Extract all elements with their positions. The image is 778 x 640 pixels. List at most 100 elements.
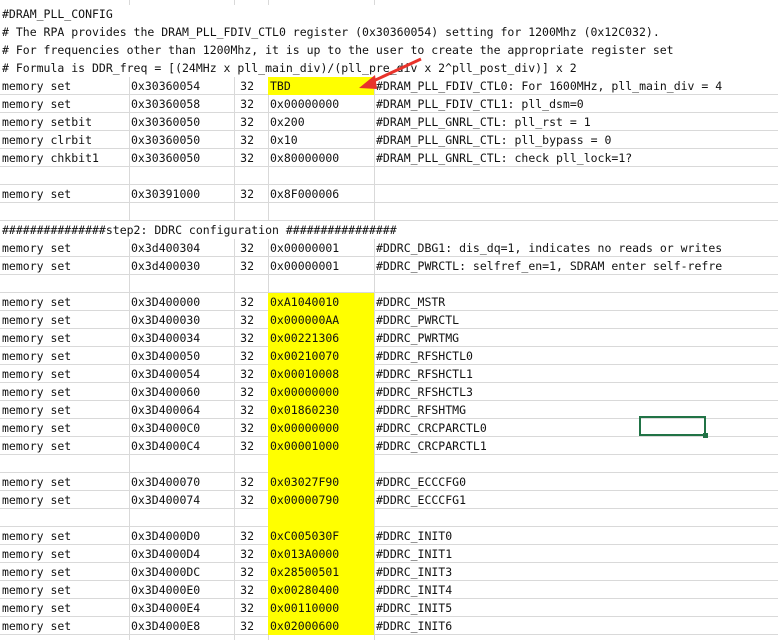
comment-cell[interactable]: #DDRC_PWRCTL <box>374 311 778 329</box>
width-cell[interactable]: 32 <box>234 563 268 581</box>
width-cell[interactable]: 32 <box>234 599 268 617</box>
width-cell[interactable]: 32 <box>234 239 268 257</box>
address-cell[interactable]: 0x3D400034 <box>129 329 234 347</box>
command-cell[interactable] <box>0 455 129 473</box>
value-cell[interactable]: 0x00221306 <box>268 329 374 347</box>
value-cell[interactable] <box>268 455 374 473</box>
value-cell[interactable]: 0x10 <box>268 131 374 149</box>
comment-cell[interactable]: #DDRC_RFSHTMG <box>374 401 778 419</box>
comment-cell[interactable]: #DDRC_INIT3 <box>374 563 778 581</box>
command-cell[interactable]: memory set <box>0 347 129 365</box>
value-cell[interactable]: 0x00000001 <box>268 257 374 275</box>
command-cell[interactable] <box>0 203 129 221</box>
value-cell[interactable] <box>268 203 374 221</box>
comment-cell[interactable]: #DDRC_RFSHCTL3 <box>374 383 778 401</box>
value-cell[interactable]: 0x000000AA <box>268 311 374 329</box>
address-cell[interactable] <box>129 203 234 221</box>
address-cell[interactable]: 0x30360058 <box>129 95 234 113</box>
value-cell[interactable]: 0x28500501 <box>268 563 374 581</box>
comment-cell[interactable]: #DDRC_ECCCFG0 <box>374 473 778 491</box>
command-cell[interactable]: memory set <box>0 599 129 617</box>
value-cell[interactable]: 0x01860230 <box>268 401 374 419</box>
comment-cell[interactable] <box>374 509 778 527</box>
address-cell[interactable]: 0x3D4000C4 <box>129 437 234 455</box>
comment-cell[interactable]: #DRAM_PLL_GNRL_CTL: pll_bypass = 0 <box>374 131 778 149</box>
width-cell[interactable] <box>234 455 268 473</box>
address-cell[interactable]: 0x3D4000C0 <box>129 419 234 437</box>
width-cell[interactable]: 32 <box>234 149 268 167</box>
width-cell[interactable]: 32 <box>234 383 268 401</box>
address-cell[interactable] <box>129 275 234 293</box>
width-cell[interactable]: 32 <box>234 473 268 491</box>
width-cell[interactable]: 32 <box>234 491 268 509</box>
command-cell[interactable]: memory set <box>0 257 129 275</box>
address-cell[interactable]: 0x30360054 <box>129 77 234 95</box>
command-cell[interactable] <box>0 275 129 293</box>
width-cell[interactable]: 32 <box>234 131 268 149</box>
address-cell[interactable]: 0x3D4000E0 <box>129 581 234 599</box>
comment-cell[interactable]: #DDRC_PWRCTL: selfref_en=1, SDRAM enter … <box>374 257 778 275</box>
address-cell[interactable]: 0x3D4000D4 <box>129 545 234 563</box>
command-cell[interactable]: memory set <box>0 365 129 383</box>
command-cell[interactable]: memory set <box>0 293 129 311</box>
width-cell[interactable]: 32 <box>234 95 268 113</box>
value-cell[interactable]: 0x00000000 <box>268 383 374 401</box>
width-cell[interactable]: 32 <box>234 311 268 329</box>
address-cell[interactable]: 0x30360050 <box>129 131 234 149</box>
width-cell[interactable]: 32 <box>234 113 268 131</box>
comment-cell[interactable]: #DRAM_PLL_GNRL_CTL: pll_rst = 1 <box>374 113 778 131</box>
comment-cell[interactable] <box>374 203 778 221</box>
comment-cell[interactable]: #DDRC_RFSHCTL1 <box>374 365 778 383</box>
width-cell[interactable]: 32 <box>234 617 268 635</box>
comment-cell[interactable]: #DDRC_CRCPARCTL0 <box>374 419 778 437</box>
address-cell[interactable]: 0x30360050 <box>129 113 234 131</box>
value-cell[interactable]: 0xC005030F <box>268 527 374 545</box>
command-cell[interactable]: memory set <box>0 311 129 329</box>
address-cell[interactable]: 0x3D4000DC <box>129 563 234 581</box>
value-cell[interactable]: 0x00000790 <box>268 491 374 509</box>
command-cell[interactable]: memory set <box>0 401 129 419</box>
width-cell[interactable]: 32 <box>234 293 268 311</box>
comment-cell[interactable] <box>374 185 778 203</box>
command-cell[interactable]: memory clrbit <box>0 131 129 149</box>
width-cell[interactable]: 32 <box>234 329 268 347</box>
address-cell[interactable]: 0x3D400074 <box>129 491 234 509</box>
width-cell[interactable]: 32 <box>234 77 268 95</box>
comment-cell[interactable]: #DRAM_PLL_GNRL_CTL: check pll_lock=1? <box>374 149 778 167</box>
value-cell[interactable]: 0x03027F90 <box>268 473 374 491</box>
command-cell[interactable]: memory set <box>0 617 129 635</box>
comment-cell[interactable]: #DDRC_RFSHCTL0 <box>374 347 778 365</box>
width-cell[interactable]: 32 <box>234 545 268 563</box>
comment-cell[interactable] <box>374 275 778 293</box>
address-cell[interactable]: 0x3d400304 <box>129 239 234 257</box>
value-cell[interactable]: 0x200 <box>268 113 374 131</box>
value-cell[interactable]: 0x00001000 <box>268 437 374 455</box>
comment-cell[interactable]: #DDRC_INIT5 <box>374 599 778 617</box>
address-cell[interactable]: 0x3D4000E4 <box>129 599 234 617</box>
width-cell[interactable]: 32 <box>234 365 268 383</box>
comment-cell[interactable]: #DRAM_PLL_CONFIG <box>0 5 778 23</box>
command-cell[interactable]: memory set <box>0 239 129 257</box>
value-cell[interactable] <box>268 275 374 293</box>
comment-cell[interactable]: #DRAM_PLL_FDIV_CTL1: pll_dsm=0 <box>374 95 778 113</box>
address-cell[interactable]: 0x3D400000 <box>129 293 234 311</box>
width-cell[interactable]: 32 <box>234 527 268 545</box>
comment-cell[interactable]: #DDRC_ECCCFG1 <box>374 491 778 509</box>
comment-cell[interactable]: #DDRC_CRCPARCTL1 <box>374 437 778 455</box>
address-cell[interactable]: 0x3D400030 <box>129 311 234 329</box>
command-cell[interactable]: memory set <box>0 581 129 599</box>
command-cell[interactable] <box>0 167 129 185</box>
address-cell[interactable]: 0x3D400070 <box>129 473 234 491</box>
command-cell[interactable]: memory set <box>0 491 129 509</box>
comment-cell[interactable]: #DDRC_INIT1 <box>374 545 778 563</box>
command-cell[interactable]: memory set <box>0 95 129 113</box>
command-cell[interactable]: memory set <box>0 329 129 347</box>
comment-cell[interactable]: #DDRC_MSTR <box>374 293 778 311</box>
command-cell[interactable] <box>0 509 129 527</box>
value-cell[interactable]: 0x8F000006 <box>268 185 374 203</box>
address-cell[interactable]: 0x3D400064 <box>129 401 234 419</box>
width-cell[interactable]: 32 <box>234 437 268 455</box>
address-cell[interactable] <box>129 455 234 473</box>
address-cell[interactable]: 0x3D400060 <box>129 383 234 401</box>
width-cell[interactable] <box>234 275 268 293</box>
